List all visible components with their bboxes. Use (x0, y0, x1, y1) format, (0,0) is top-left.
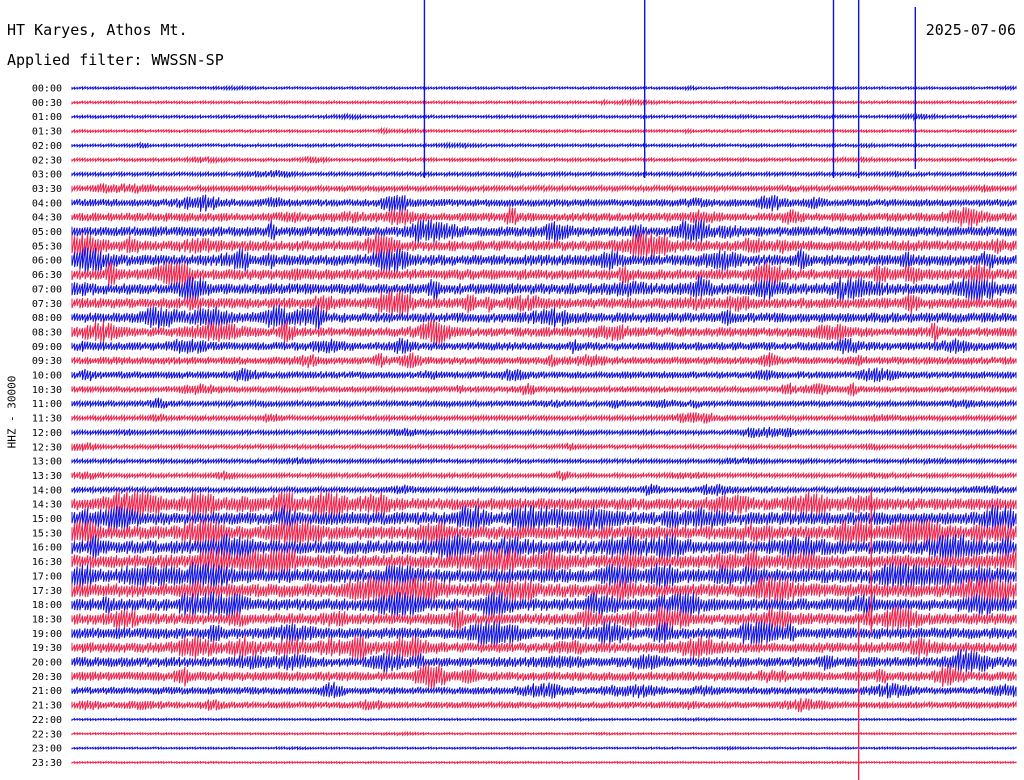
row-time-label: 15:00 (32, 514, 62, 525)
seismic-trace-row (71, 155, 1017, 165)
row-time-label: 14:30 (32, 500, 62, 511)
row-time-label: 14:00 (32, 485, 62, 496)
seismic-trace-row (71, 84, 1017, 92)
row-time-label: 19:30 (32, 643, 62, 654)
row-time-label: 20:00 (32, 658, 62, 669)
row-time-label: 04:30 (32, 213, 62, 224)
row-time-label: 21:30 (32, 701, 62, 712)
row-time-label: 13:00 (32, 457, 62, 468)
seismic-trace-row (71, 745, 1017, 752)
row-time-label: 03:30 (32, 184, 62, 195)
seismic-trace-row (71, 194, 1017, 213)
row-time-label: 12:00 (32, 428, 62, 439)
seismic-trace-row (71, 183, 1017, 194)
seismic-trace-row (71, 141, 1017, 150)
row-time-label: 18:00 (32, 600, 62, 611)
row-time-label: 08:00 (32, 313, 62, 324)
seismic-trace-row (71, 681, 1017, 699)
row-time-label: 03:00 (32, 170, 62, 181)
seismic-trace-row (71, 397, 1017, 409)
seismic-trace-row (71, 716, 1017, 723)
row-time-label: 01:30 (32, 127, 62, 138)
seismic-trace-row (71, 760, 1017, 765)
row-time-label: 19:00 (32, 629, 62, 640)
row-time-label: 21:00 (32, 686, 62, 697)
row-time-label: 09:30 (32, 356, 62, 367)
seismic-trace-row (71, 697, 1017, 713)
seismic-trace-row (71, 97, 1017, 107)
row-time-label: 07:30 (32, 299, 62, 310)
row-time-label: 01:00 (32, 112, 62, 123)
row-time-label: 08:30 (32, 327, 62, 338)
seismic-trace-row (71, 730, 1017, 737)
helicorder-plot: 00:00 00:30 01:00 01:30 02:00 02:30 03:00 03:30… (32, 0, 1017, 780)
row-time-label: 00:30 (32, 98, 62, 109)
row-time-label: 20:30 (32, 672, 62, 683)
seismic-trace-row (71, 126, 1017, 136)
row-time-label: 02:00 (32, 141, 62, 152)
row-time-label: 17:30 (32, 586, 62, 597)
seismic-trace-row (71, 219, 1017, 245)
row-time-label: 06:00 (32, 256, 62, 267)
row-time-label: 11:00 (32, 399, 62, 410)
seismic-trace-row (71, 470, 1017, 482)
row-time-label: 11:30 (32, 414, 62, 425)
row-time-label: 10:30 (32, 385, 62, 396)
row-time-label: 09:00 (32, 342, 62, 353)
seismic-trace-row (71, 169, 1017, 179)
row-time-label: 17:00 (32, 571, 62, 582)
row-time-label: 05:00 (32, 227, 62, 238)
seismic-trace-row (71, 382, 1017, 397)
row-time-label: 16:00 (32, 543, 62, 554)
row-time-label: 00:00 (32, 84, 62, 95)
row-time-label: 12:30 (32, 442, 62, 453)
row-time-label: 22:30 (32, 729, 62, 740)
row-time-label: 10:00 (32, 371, 62, 382)
row-time-label: 15:30 (32, 528, 62, 539)
row-time-label: 04:00 (32, 198, 62, 209)
row-time-label: 18:30 (32, 614, 62, 625)
seismic-trace-row (71, 456, 1017, 467)
row-time-label: 22:00 (32, 715, 62, 726)
row-time-label: 05:30 (32, 241, 62, 252)
seismic-trace-row (71, 352, 1017, 369)
row-time-label: 16:30 (32, 557, 62, 568)
row-time-label: 02:30 (32, 155, 62, 166)
seismic-trace-row (71, 412, 1017, 424)
row-time-label: 23:00 (32, 744, 62, 755)
trace-group (71, 0, 1017, 780)
row-time-label: 06:30 (32, 270, 62, 281)
seismic-trace-row (71, 426, 1017, 439)
seismic-trace-row (71, 442, 1017, 452)
seismic-trace-row (71, 483, 1017, 497)
seismic-trace-row (71, 261, 1017, 287)
row-label-group: 00:00 00:30 01:00 01:30 02:00 02:30 03:00 03:30… (32, 84, 62, 769)
row-time-label: 07:00 (32, 284, 62, 295)
seismic-trace-row (71, 112, 1017, 122)
row-time-label: 23:30 (32, 758, 62, 769)
seismic-trace-row (71, 367, 1017, 383)
row-time-label: 13:30 (32, 471, 62, 482)
